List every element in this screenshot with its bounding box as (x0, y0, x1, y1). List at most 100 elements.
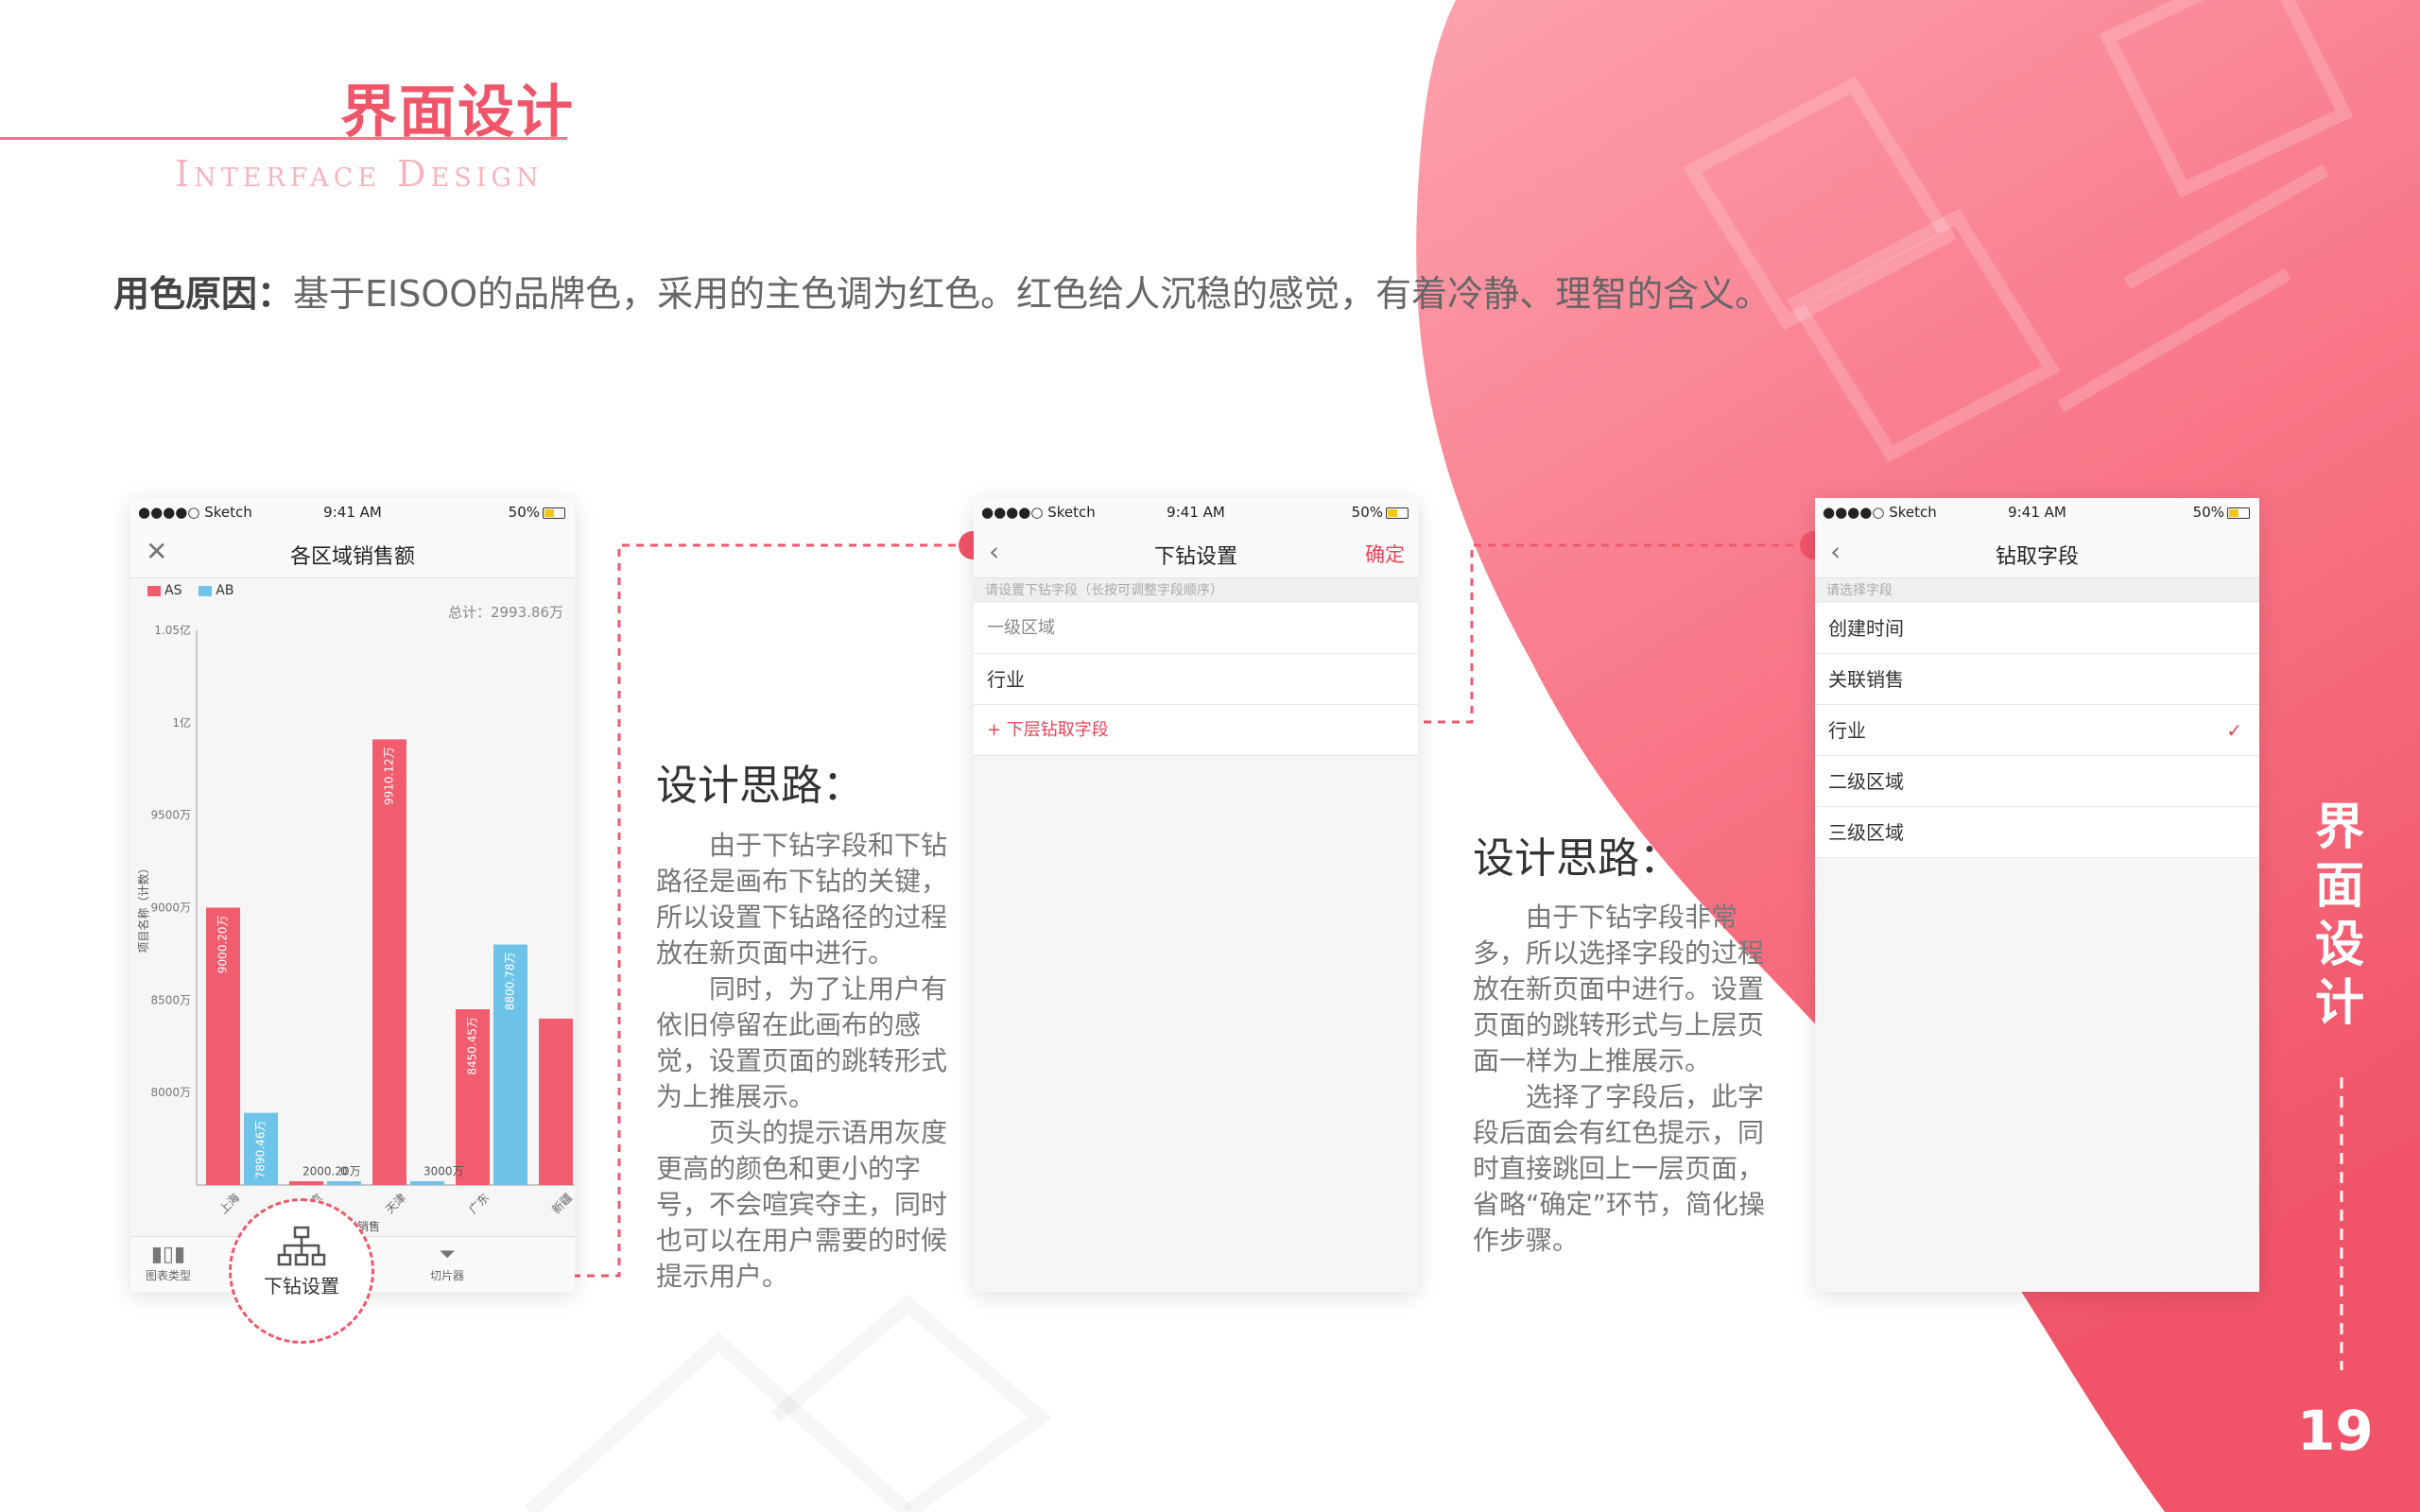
hint-text: 请设置下钻字段（长按可调整字段顺序） (974, 578, 1418, 603)
design-notes-title-1: 设计思路： (656, 762, 864, 810)
side-char: 界 (2314, 799, 2364, 856)
chart-total: 总计：2993.86万 (447, 604, 563, 621)
bar-ab-label: 0 (340, 1165, 348, 1178)
note1-paragraph: 由于下钻字段和下钻路径是画布下钻的关键，所以设置下钻路径的过程放在新页面中进行。 (656, 830, 948, 969)
option-label: 行业 (1828, 719, 1866, 742)
battery-label: 50% (508, 504, 540, 521)
bar-ab (327, 1181, 361, 1185)
bar-chart: 1.05亿 1亿 9500万 9000万 8500万 8000万 项目名称（计数） 9000.… (136, 623, 575, 1233)
status-bar: ●●●●○ Sketch 9:41 AM 50% (974, 498, 1418, 524)
option-related-sales[interactable]: 关联销售 (1815, 654, 2259, 705)
tab-chart-type[interactable]: ▮▯▮ 图表类型 (135, 1243, 201, 1283)
x-tick-label: 广东 (466, 1191, 492, 1216)
bar-ab-label: 3000万 (424, 1165, 464, 1178)
bar-ab-label: 8800.78万 (504, 952, 517, 1010)
battery-status: 50% (1352, 504, 1409, 521)
list-item-industry[interactable]: 行业 (974, 654, 1418, 705)
phone-field-selection: ●●●●○ Sketch 9:41 AM 50% ‹ 钻取字段 请选择字段 创建… (1815, 498, 2259, 1292)
y-axis-title: 项目名称（计数） (136, 862, 150, 953)
y-tick-label: 1.05亿 (154, 623, 191, 637)
x-tick-label: 天津 (383, 1191, 408, 1216)
legend-swatch-ab (199, 585, 213, 596)
nav-bar: ✕ 各区域销售额 (130, 524, 575, 578)
option-level3-region[interactable]: 三级区域 (1815, 807, 2259, 858)
bar-as-label: 8450.45万 (466, 1017, 479, 1075)
callout-label: 下钻设置 (264, 1275, 339, 1297)
y-tick-label: 8000万 (150, 1086, 191, 1099)
battery-label: 50% (2192, 504, 2224, 521)
bar-ab-label: 7890.46万 (254, 1121, 268, 1179)
x-tick-label: 上海 (216, 1191, 243, 1217)
field-option-list: 创建时间 关联销售 行业 ✓ 二级区域 三级区域 (1815, 603, 2259, 858)
tab-chart-type-label: 图表类型 (145, 1269, 191, 1282)
bar-as-label: 9000.20万 (216, 915, 230, 973)
page-number: 19 (2297, 1399, 2374, 1463)
battery-status: 50% (2193, 504, 2250, 521)
nav-bar: ‹ 钻取字段 (1815, 524, 2259, 578)
y-tick-label: 1亿 (172, 715, 191, 730)
page-title: 界面设计 (340, 79, 575, 146)
design-notes-title-2: 设计思路： (1473, 834, 1681, 883)
bar-as (289, 1181, 323, 1185)
checkmark-icon: ✓ (2226, 719, 2242, 742)
battery-label: 50% (1351, 504, 1383, 521)
tab-slicer[interactable]: ⏷ 切片器 (414, 1243, 480, 1283)
y-tick-label: 9000万 (150, 902, 191, 915)
color-reason-text: 基于EISOO的品牌色，采用的主色调为红色。红色给人沉稳的感觉，有着冷静、理智的… (293, 273, 1772, 315)
note2-paragraph: 选择了字段后，此字段后面会有红色提示，同时直接跳回上一层页面，省略“确定”环节，… (1473, 1081, 1766, 1256)
bar-as-label: 2000.20万 (302, 1165, 361, 1178)
side-section-label: 界 面 设 计 (2307, 799, 2373, 1033)
list-item-level1-region[interactable]: 一级区域 (974, 603, 1418, 654)
battery-status: 50% (509, 504, 565, 521)
battery-icon (2227, 507, 2250, 519)
drilldown-callout[interactable]: 下钻设置 (229, 1198, 374, 1344)
hierarchy-icon (277, 1226, 326, 1266)
phone-chart-screen: ●●●●○ Sketch 9:41 AM 50% ✕ 各区域销售额 AS AB … (130, 498, 575, 1292)
tab-slicer-label: 切片器 (429, 1269, 464, 1282)
option-label: 三级区域 (1828, 821, 1904, 844)
drill-field-list: 一级区域 行业 + 下层钻取字段 (974, 603, 1418, 756)
option-created-time[interactable]: 创建时间 (1815, 603, 2259, 654)
y-tick-label: 9500万 (150, 809, 191, 822)
battery-icon (1386, 507, 1409, 519)
option-label: 二级区域 (1828, 770, 1904, 793)
confirm-button[interactable]: 确定 (1365, 540, 1405, 568)
option-label: 创建时间 (1828, 617, 1904, 640)
x-tick-label: 新疆 (549, 1191, 575, 1217)
color-reason: 用色原因：基于EISOO的品牌色，采用的主色调为红色。红色给人沉稳的感觉，有着冷… (113, 265, 1771, 317)
y-tick-label: 8500万 (150, 993, 191, 1006)
bar-as-label: 9910.12万 (383, 747, 396, 805)
note2-paragraph: 由于下钻字段非常多，所以选择字段的过程放在新页面中进行。设置页面的跳转形式与上层… (1473, 902, 1765, 1076)
nav-bar: ‹ 下钻设置 确定 (974, 524, 1418, 578)
status-bar: ●●●●○ Sketch 9:41 AM 50% (1815, 498, 2259, 524)
design-notes-body-2: 由于下钻字段非常多，所以选择字段的过程放在新页面中进行。设置页面的跳转形式与上层… (1473, 900, 1785, 1259)
option-industry[interactable]: 行业 ✓ (1815, 705, 2259, 756)
page-subtitle: Interface Design (175, 153, 544, 195)
side-char: 设 (2314, 917, 2364, 973)
legend-swatch-as (147, 585, 161, 596)
title-underline (0, 137, 567, 140)
option-label: 关联销售 (1828, 668, 1904, 691)
filter-icon: ⏷ (439, 1243, 456, 1266)
bar-chart-icon: ▮▯▮ (150, 1243, 186, 1266)
bar-as (539, 1018, 573, 1185)
add-drill-field-button[interactable]: + 下层钻取字段 (974, 705, 1418, 756)
status-bar: ●●●●○ Sketch 9:41 AM 50% (130, 498, 575, 524)
legend-label-ab: AB (216, 583, 234, 598)
note1-paragraph: 同时，为了让用户有依旧停留在此画布的感觉，设置页面的跳转形式为上推展示。 (656, 973, 948, 1112)
note1-paragraph: 页头的提示语用灰度更高的颜色和更小的字号，不会喧宾夺主，同时也可以在用户需要的时… (656, 1117, 948, 1292)
side-char: 计 (2314, 975, 2364, 1032)
bar-as (372, 739, 406, 1185)
nav-title: 钻取字段 (1995, 545, 2079, 569)
bar-ab (410, 1181, 444, 1185)
design-notes-body-1: 由于下钻字段和下钻路径是画布下钻的关键，所以设置下钻路径的过程放在新页面中进行。… (656, 828, 959, 1295)
hint-text: 请选择字段 (1815, 578, 2259, 603)
chart-legend: AS AB (147, 583, 233, 598)
color-reason-label: 用色原因： (113, 273, 294, 315)
option-level2-region[interactable]: 二级区域 (1815, 756, 2259, 807)
nav-title: 下钻设置 (1153, 545, 1237, 569)
legend-label-as: AS (164, 583, 182, 598)
battery-icon (543, 507, 565, 519)
phone-drilldown-settings: ●●●●○ Sketch 9:41 AM 50% ‹ 下钻设置 确定 请设置下钻… (974, 498, 1418, 1292)
side-char: 面 (2314, 858, 2364, 915)
